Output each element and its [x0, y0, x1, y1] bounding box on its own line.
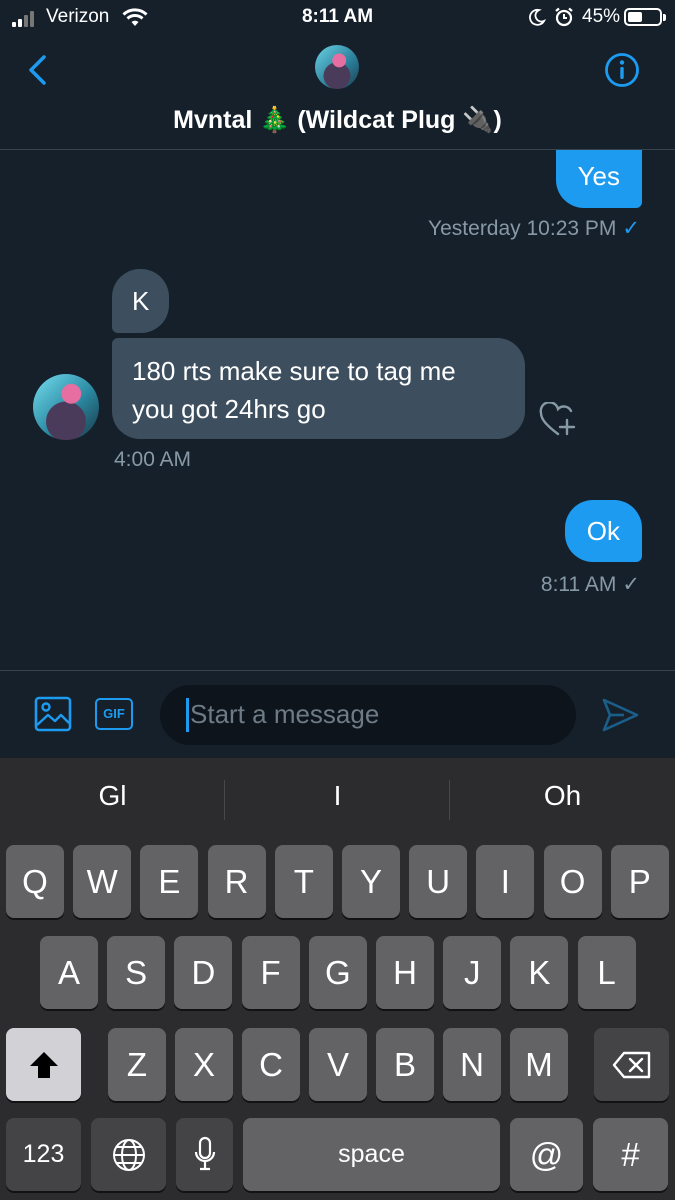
- message-text: Yes: [577, 161, 620, 191]
- key-n[interactable]: N: [443, 1028, 501, 1101]
- key-e[interactable]: E: [140, 845, 199, 918]
- key-z[interactable]: Z: [108, 1028, 166, 1101]
- predictive-suggestions: Gl I Oh: [0, 758, 675, 838]
- hash-key[interactable]: #: [593, 1118, 668, 1191]
- suggestion[interactable]: Oh: [450, 780, 675, 812]
- key-o[interactable]: O: [543, 845, 602, 918]
- key-c[interactable]: C: [242, 1028, 300, 1101]
- backspace-key[interactable]: [594, 1028, 669, 1101]
- message-input[interactable]: Start a message: [160, 685, 576, 745]
- backspace-icon: [612, 1051, 650, 1079]
- message-input-placeholder: Start a message: [190, 699, 380, 729]
- add-reaction-heart-icon[interactable]: [538, 402, 578, 438]
- key-s[interactable]: S: [107, 936, 166, 1009]
- key-u[interactable]: U: [409, 845, 468, 918]
- globe-icon: [112, 1139, 145, 1171]
- key-r[interactable]: R: [207, 845, 266, 918]
- key-a[interactable]: A: [40, 936, 98, 1009]
- battery-icon: [624, 8, 666, 26]
- message-text: Ok: [586, 516, 620, 546]
- keyboard: Gl I Oh QWERTYUIOPASDFGHJKLZXCVBNM 123 s…: [0, 758, 675, 1200]
- message-timestamp: Yesterday 10:23 PM ✓: [428, 217, 640, 240]
- message-bubble-incoming[interactable]: K: [112, 269, 170, 333]
- key-l[interactable]: L: [577, 936, 636, 1009]
- numbers-key[interactable]: 123: [6, 1118, 81, 1191]
- shift-icon: [29, 1052, 58, 1078]
- read-check-icon: ✓: [622, 217, 640, 240]
- send-icon[interactable]: [600, 695, 640, 735]
- info-icon[interactable]: [604, 52, 640, 88]
- suggestion[interactable]: I: [225, 780, 450, 812]
- key-g[interactable]: G: [308, 936, 367, 1009]
- space-key[interactable]: space: [243, 1118, 500, 1191]
- conversation-header: Mvntal 🎄 (Wildcat Plug 🔌): [0, 36, 675, 150]
- key-y[interactable]: Y: [342, 845, 400, 918]
- sent-check-icon: ✓: [622, 573, 640, 596]
- key-w[interactable]: W: [73, 845, 132, 918]
- key-x[interactable]: X: [175, 1028, 233, 1101]
- shift-key[interactable]: [6, 1028, 81, 1101]
- conversation-title[interactable]: Mvntal 🎄 (Wildcat Plug 🔌): [0, 106, 675, 135]
- globe-key[interactable]: [91, 1118, 166, 1191]
- moon-icon: [529, 8, 546, 26]
- image-icon[interactable]: [34, 695, 72, 733]
- back-chevron-icon[interactable]: [26, 54, 50, 86]
- battery-percent: 45%: [582, 6, 621, 27]
- message-timestamp: 8:11 AM ✓: [540, 573, 640, 596]
- key-k[interactable]: K: [510, 936, 569, 1009]
- key-h[interactable]: H: [376, 936, 434, 1009]
- suggestion[interactable]: Gl: [0, 780, 225, 812]
- avatar[interactable]: [315, 45, 359, 89]
- gif-icon[interactable]: GIF: [95, 698, 133, 730]
- dictation-key[interactable]: [176, 1118, 233, 1191]
- message-composer: GIF Start a message: [0, 670, 675, 758]
- key-b[interactable]: B: [376, 1028, 434, 1101]
- key-i[interactable]: I: [476, 845, 535, 918]
- message-bubble-incoming[interactable]: 180 rts make sure to tag me you got 24hr…: [112, 338, 525, 439]
- text-caret: [186, 698, 189, 732]
- key-v[interactable]: V: [309, 1028, 367, 1101]
- key-j[interactable]: J: [443, 936, 502, 1009]
- message-bubble-outgoing[interactable]: Yes: [555, 150, 642, 208]
- key-q[interactable]: Q: [6, 845, 64, 918]
- sender-avatar[interactable]: [33, 374, 99, 440]
- message-text-line: 180 rts make sure to tag me: [132, 356, 456, 386]
- key-t[interactable]: T: [274, 845, 333, 918]
- status-bar: Verizon 8:11 AM 45%: [0, 0, 675, 36]
- at-key[interactable]: @: [510, 1118, 583, 1191]
- microphone-icon: [194, 1136, 215, 1171]
- key-f[interactable]: F: [241, 936, 300, 1009]
- message-bubble-outgoing[interactable]: Ok: [564, 500, 642, 562]
- key-m[interactable]: M: [510, 1028, 568, 1101]
- key-p[interactable]: P: [610, 845, 669, 918]
- message-timestamp: 4:00 AM: [114, 448, 192, 471]
- key-d[interactable]: D: [174, 936, 233, 1009]
- message-text-line: you got 24hrs go: [132, 394, 326, 424]
- alarm-icon: [555, 7, 573, 27]
- message-text: K: [132, 286, 150, 316]
